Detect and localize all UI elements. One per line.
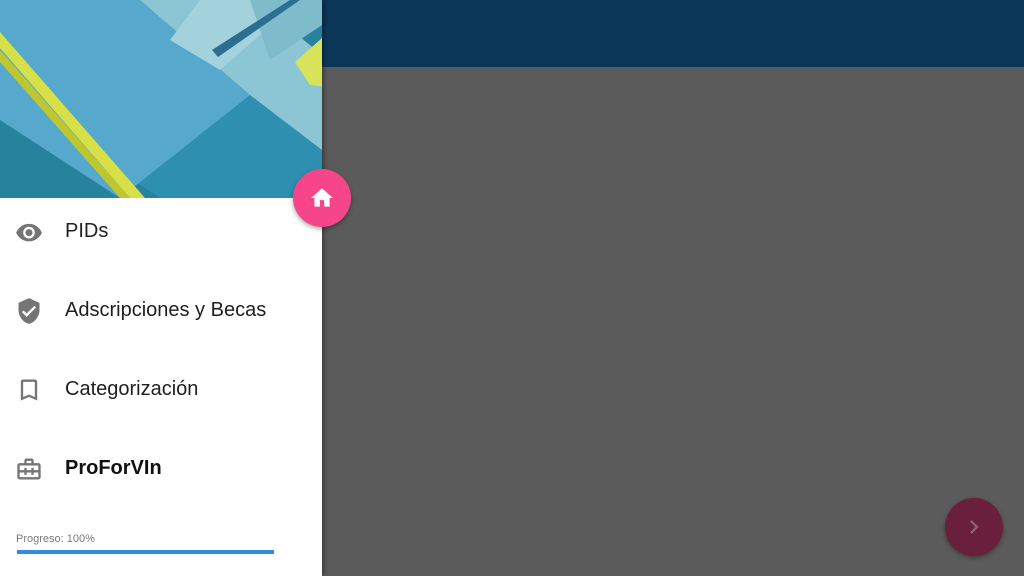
eye-icon [15, 218, 43, 246]
drawer-item-label: ProForVIn [65, 457, 162, 479]
progress-bar [17, 550, 274, 554]
content-scrim[interactable] [322, 67, 1024, 576]
navigation-drawer: PIDs Adscripciones y Becas Categorizació… [0, 0, 322, 576]
drawer-item-categorizacion[interactable]: Categorización [0, 360, 322, 420]
home-button[interactable] [293, 169, 351, 227]
progress-bar-fill [17, 550, 274, 554]
drawer-item-adscripciones-becas[interactable]: Adscripciones y Becas [0, 281, 322, 341]
briefcase-icon [15, 455, 43, 483]
app-window: PIDs Adscripciones y Becas Categorizació… [0, 0, 1024, 576]
app-toolbar [322, 0, 1024, 67]
drawer-item-proforvin[interactable]: ProForVIn [0, 439, 322, 499]
bookmark-icon [15, 376, 43, 404]
verified-shield-icon [15, 297, 43, 325]
progress-label: Progreso: 100% [16, 533, 95, 545]
drawer-item-label: Categorización [65, 378, 199, 400]
drawer-header-image [0, 0, 322, 198]
drawer-item-pids[interactable]: PIDs [0, 202, 322, 262]
drawer-item-label: Adscripciones y Becas [65, 299, 267, 321]
next-button[interactable] [945, 498, 1003, 556]
drawer-item-label: PIDs [65, 220, 109, 242]
